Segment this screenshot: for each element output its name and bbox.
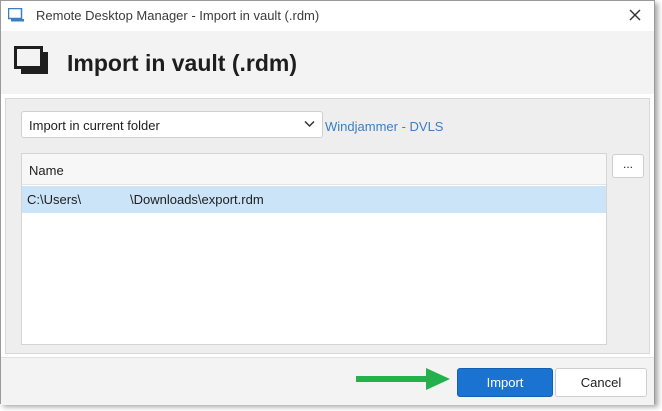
chevron-down-icon	[304, 120, 315, 128]
annotation-arrow-icon	[356, 368, 450, 390]
column-header-name[interactable]: Name	[22, 154, 606, 185]
import-content-panel: Import in current folder Windjammer - DV…	[5, 98, 650, 354]
dialog-header: Import in vault (.rdm)	[1, 31, 654, 94]
browse-button[interactable]: ...	[612, 154, 644, 178]
destination-select-value: Import in current folder	[29, 118, 160, 133]
close-icon[interactable]	[624, 4, 646, 26]
page-title: Import in vault (.rdm)	[67, 50, 297, 76]
window-title: Remote Desktop Manager - Import in vault…	[36, 8, 320, 23]
table-row[interactable]: C:\Users\ \Downloads\export.rdm	[22, 186, 606, 213]
file-list: Name C:\Users\ \Downloads\export.rdm	[21, 153, 607, 345]
import-button[interactable]: Import	[457, 368, 553, 397]
title-bar: Remote Desktop Manager - Import in vault…	[1, 1, 654, 31]
monitor-icon	[8, 8, 24, 22]
file-path-start: C:\Users\	[27, 192, 82, 207]
file-path-end: \Downloads\export.rdm	[130, 192, 264, 207]
monitor-icon	[14, 46, 48, 74]
destination-select[interactable]: Import in current folder	[21, 111, 323, 138]
vault-link[interactable]: Windjammer - DVLS	[325, 119, 443, 134]
cancel-button[interactable]: Cancel	[555, 368, 647, 397]
dialog-footer: Import Cancel	[1, 357, 654, 405]
import-dialog: Remote Desktop Manager - Import in vault…	[0, 0, 655, 405]
